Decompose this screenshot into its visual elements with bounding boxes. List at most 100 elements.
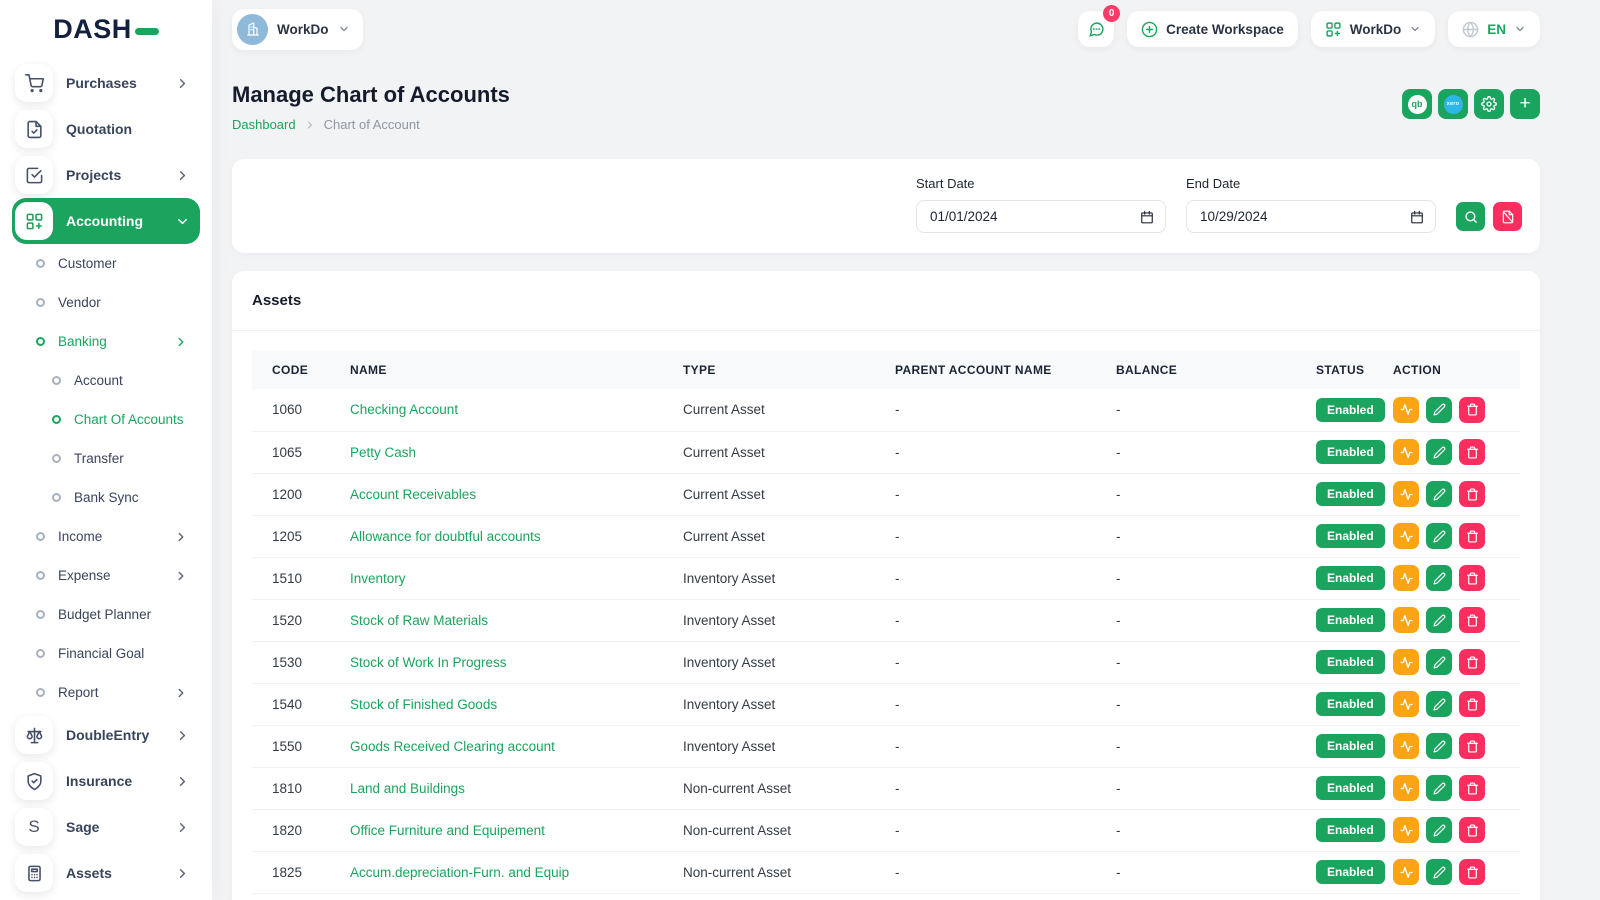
start-date-input[interactable]: 01/01/2024 (916, 200, 1166, 233)
edit-account-button[interactable] (1426, 397, 1452, 423)
edit-account-button[interactable] (1426, 817, 1452, 843)
app-menu-button[interactable]: WorkDo (1311, 11, 1436, 47)
delete-account-button[interactable] (1459, 817, 1485, 843)
sidebar-item-budget-planner[interactable]: Budget Planner (12, 595, 200, 634)
app-logo[interactable]: DASH (0, 0, 212, 58)
sidebar-item-doubleentry[interactable]: DoubleEntry (12, 712, 200, 758)
sidebar-item-assets[interactable]: Assets (12, 850, 200, 896)
delete-account-button[interactable] (1459, 481, 1485, 507)
delete-account-button[interactable] (1459, 523, 1485, 549)
sidebar-item-quotation[interactable]: Quotation (12, 106, 200, 152)
account-activity-button[interactable] (1393, 523, 1419, 549)
account-type: Current Asset (683, 389, 895, 431)
workspace-switcher[interactable]: WorkDo (232, 9, 363, 50)
file-check-icon (15, 110, 53, 148)
chevron-right-icon (175, 866, 190, 881)
quickbooks-button[interactable]: qb (1402, 89, 1432, 119)
edit-account-button[interactable] (1426, 481, 1452, 507)
sidebar-item-purchases[interactable]: Purchases (12, 60, 200, 106)
account-name-link[interactable]: Inventory (350, 571, 406, 586)
sidebar-item-financial-goal[interactable]: Financial Goal (12, 634, 200, 673)
sidebar-item-insurance[interactable]: Insurance (12, 758, 200, 804)
delete-account-button[interactable] (1459, 691, 1485, 717)
account-name-link[interactable]: Petty Cash (350, 445, 416, 460)
delete-account-button[interactable] (1459, 859, 1485, 885)
account-name-link[interactable]: Account Receivables (350, 487, 476, 502)
account-activity-button[interactable] (1393, 775, 1419, 801)
delete-account-button[interactable] (1459, 775, 1485, 801)
edit-account-button[interactable] (1426, 607, 1452, 633)
account-activity-button[interactable] (1393, 859, 1419, 885)
calendar-icon[interactable] (1410, 210, 1424, 224)
edit-account-button[interactable] (1426, 523, 1452, 549)
messages-button[interactable]: 0 (1078, 11, 1114, 47)
account-activity-button[interactable] (1393, 607, 1419, 633)
end-date-label: End Date (1186, 176, 1436, 191)
chevron-down-icon (338, 23, 350, 35)
chevron-right-icon (175, 774, 190, 789)
account-activity-button[interactable] (1393, 649, 1419, 675)
account-name-link[interactable]: Checking Account (350, 402, 458, 417)
account-name-link[interactable]: Allowance for doubtful accounts (350, 529, 541, 544)
account-name-link[interactable]: Stock of Finished Goods (350, 697, 497, 712)
sidebar-item-sage[interactable]: S Sage (12, 804, 200, 850)
apply-filter-button[interactable] (1456, 202, 1485, 231)
account-activity-button[interactable] (1393, 397, 1419, 423)
account-name-link[interactable]: Goods Received Clearing account (350, 739, 555, 754)
sidebar-item-customer[interactable]: Customer (12, 244, 200, 283)
edit-account-button[interactable] (1426, 565, 1452, 591)
status-badge: Enabled (1316, 524, 1385, 548)
reset-filter-button[interactable] (1493, 202, 1522, 231)
logo-dash-icon (135, 28, 159, 35)
sidebar-item-chart-of-accounts[interactable]: Chart Of Accounts (12, 400, 200, 439)
sidebar-item-income[interactable]: Income (12, 517, 200, 556)
edit-account-button[interactable] (1426, 649, 1452, 675)
sidebar-item-accounting[interactable]: Accounting (12, 198, 200, 244)
sidebar-item-projects[interactable]: Projects (12, 152, 200, 198)
account-name-link[interactable]: Land and Buildings (350, 781, 465, 796)
sidebar-item-account[interactable]: Account (12, 361, 200, 400)
calendar-icon[interactable] (1140, 210, 1154, 224)
xero-button[interactable]: xero (1438, 89, 1468, 119)
edit-account-button[interactable] (1426, 439, 1452, 465)
account-activity-button[interactable] (1393, 439, 1419, 465)
account-activity-button[interactable] (1393, 817, 1419, 843)
sidebar-item-banking[interactable]: Banking (12, 322, 200, 361)
sidebar-item-expense[interactable]: Expense (12, 556, 200, 595)
language-selector[interactable]: EN (1448, 11, 1540, 47)
parent-account-name: - (895, 683, 1116, 725)
edit-account-button[interactable] (1426, 859, 1452, 885)
account-activity-button[interactable] (1393, 691, 1419, 717)
pencil-icon (1433, 782, 1446, 795)
account-activity-button[interactable] (1393, 565, 1419, 591)
end-date-input[interactable]: 10/29/2024 (1186, 200, 1436, 233)
start-date-label: Start Date (916, 176, 1166, 191)
parent-account-name: - (895, 725, 1116, 767)
account-name-link[interactable]: Stock of Raw Materials (350, 613, 488, 628)
account-name-link[interactable]: Stock of Work In Progress (350, 655, 507, 670)
delete-account-button[interactable] (1459, 607, 1485, 633)
col-balance: BALANCE (1116, 351, 1316, 389)
breadcrumb-dashboard-link[interactable]: Dashboard (232, 117, 296, 132)
bullet-icon (52, 454, 61, 463)
sidebar-item-bank-sync[interactable]: Bank Sync (12, 478, 200, 517)
sidebar-item-transfer[interactable]: Transfer (12, 439, 200, 478)
account-activity-button[interactable] (1393, 733, 1419, 759)
account-activity-button[interactable] (1393, 481, 1419, 507)
create-workspace-button[interactable]: Create Workspace (1127, 11, 1298, 47)
account-name-link[interactable]: Accum.depreciation-Furn. and Equip (350, 865, 569, 880)
edit-account-button[interactable] (1426, 691, 1452, 717)
add-account-button[interactable]: + (1510, 89, 1540, 119)
sidebar-item-report[interactable]: Report (12, 673, 200, 712)
delete-account-button[interactable] (1459, 439, 1485, 465)
delete-account-button[interactable] (1459, 397, 1485, 423)
settings-button[interactable] (1474, 89, 1504, 119)
account-name-link[interactable]: Office Furniture and Equipement (350, 823, 545, 838)
delete-account-button[interactable] (1459, 649, 1485, 675)
col-name: NAME (350, 351, 683, 389)
edit-account-button[interactable] (1426, 775, 1452, 801)
delete-account-button[interactable] (1459, 733, 1485, 759)
delete-account-button[interactable] (1459, 565, 1485, 591)
edit-account-button[interactable] (1426, 733, 1452, 759)
sidebar-item-vendor[interactable]: Vendor (12, 283, 200, 322)
